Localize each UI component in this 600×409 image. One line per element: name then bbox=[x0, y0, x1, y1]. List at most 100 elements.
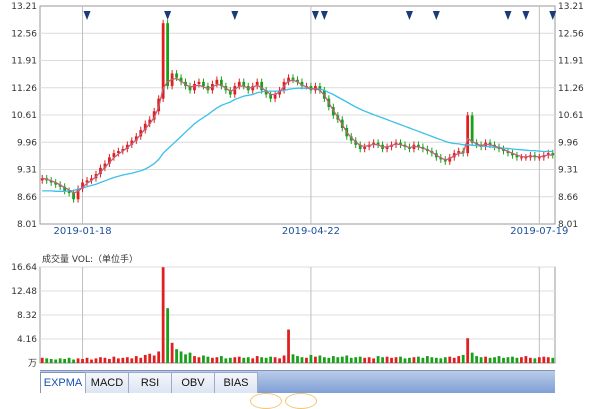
price-y-tick-right: 10.61 bbox=[558, 111, 584, 121]
volume-bar bbox=[300, 357, 304, 363]
volume-bar bbox=[394, 357, 398, 363]
price-y-tick-right: 9.96 bbox=[558, 138, 578, 148]
volume-bar bbox=[470, 352, 474, 363]
volume-bar bbox=[305, 357, 308, 363]
candle-body bbox=[202, 81, 205, 87]
price-y-tick-left: 9.96 bbox=[17, 138, 37, 148]
volume-bar bbox=[542, 356, 546, 363]
volume-bar bbox=[54, 359, 58, 363]
indicator-tab-bar: EXPMA MACD RSI OBV BIAS bbox=[40, 370, 555, 394]
price-y-tick-left: 11.91 bbox=[11, 57, 37, 67]
volume-bar bbox=[546, 357, 550, 363]
volume-bar bbox=[358, 356, 362, 363]
price-y-tick-left: 11.26 bbox=[11, 84, 37, 94]
candle-body bbox=[237, 81, 241, 87]
volume-bar bbox=[425, 356, 429, 363]
volume-bar bbox=[148, 353, 152, 363]
volume-bar bbox=[488, 357, 492, 363]
volume-bar bbox=[417, 356, 420, 363]
volume-bar bbox=[403, 358, 407, 363]
volume-bar bbox=[170, 342, 174, 363]
volume-bar bbox=[255, 356, 259, 363]
chart-canvas: 13.21 13.21 12.56 12.56 11.91 11.91 11.26 11.26… bbox=[11, 2, 584, 369]
volume-bar bbox=[197, 357, 201, 363]
candle-body bbox=[166, 23, 170, 87]
event-marker-icon bbox=[405, 11, 413, 20]
price-y-tick-right: 9.31 bbox=[558, 166, 578, 176]
volume-bar bbox=[551, 357, 555, 363]
price-y-tick-left: 12.56 bbox=[11, 29, 37, 39]
event-marker-icon bbox=[522, 11, 530, 20]
volume-bar bbox=[479, 357, 483, 363]
tab-bias[interactable]: BIAS bbox=[214, 372, 258, 394]
volume-bar bbox=[421, 357, 425, 363]
volume-bar bbox=[85, 357, 89, 363]
tab-expma[interactable]: EXPMA bbox=[40, 372, 86, 393]
candle-body bbox=[466, 115, 470, 154]
volume-bar bbox=[103, 357, 107, 363]
volume-bar bbox=[58, 358, 62, 363]
volume-bar bbox=[108, 358, 111, 363]
volume-bar bbox=[287, 329, 290, 363]
price-y-tick-left: 8.01 bbox=[17, 220, 37, 230]
price-y-tick-left: 8.66 bbox=[17, 193, 37, 203]
volume-bar bbox=[139, 357, 143, 363]
volume-bar bbox=[354, 357, 358, 363]
tab-macd[interactable]: MACD bbox=[85, 372, 129, 394]
volume-y-tick: 16.64 bbox=[11, 263, 37, 273]
volume-bar bbox=[206, 356, 210, 363]
volume-bar bbox=[408, 357, 411, 363]
candle-body bbox=[197, 81, 201, 84]
volume-bar bbox=[251, 358, 255, 363]
volume-bar bbox=[188, 352, 192, 363]
volume-bar bbox=[130, 358, 134, 363]
volume-bar bbox=[152, 355, 156, 363]
volume-bar bbox=[457, 356, 461, 363]
volume-bar bbox=[179, 351, 183, 363]
volume-bar bbox=[219, 356, 223, 363]
tab-obv[interactable]: OBV bbox=[171, 372, 215, 394]
volume-bar bbox=[242, 357, 246, 363]
volume-bar bbox=[484, 356, 487, 363]
tab-rsi[interactable]: RSI bbox=[128, 372, 172, 394]
price-y-tick-right: 13.21 bbox=[558, 2, 584, 12]
price-panel-grid: 13.21 13.21 12.56 12.56 11.91 11.91 11.26 11.26… bbox=[11, 2, 584, 237]
volume-bar bbox=[443, 357, 447, 363]
candle-body bbox=[470, 115, 474, 143]
volume-bar bbox=[246, 357, 250, 363]
volume-bar bbox=[260, 357, 264, 363]
volume-bar bbox=[385, 356, 389, 363]
price-panel-marks bbox=[40, 11, 557, 203]
volume-bar bbox=[273, 357, 277, 363]
volume-bar bbox=[331, 356, 335, 363]
volume-bar bbox=[184, 354, 187, 363]
volume-bar bbox=[67, 357, 71, 363]
volume-bar bbox=[502, 357, 505, 363]
volume-bar bbox=[45, 358, 49, 363]
candle-body bbox=[215, 79, 219, 84]
volume-bar bbox=[76, 358, 80, 363]
price-y-tick-left: 10.61 bbox=[11, 111, 37, 121]
volume-bar bbox=[125, 357, 129, 363]
volume-bar bbox=[466, 338, 470, 363]
volume-bar bbox=[278, 358, 281, 363]
volume-bar bbox=[237, 356, 241, 363]
volume-bar bbox=[202, 355, 205, 363]
volume-bar bbox=[439, 358, 443, 363]
volume-bar bbox=[493, 357, 496, 363]
volume-bar bbox=[211, 357, 214, 363]
volume-bar bbox=[363, 357, 367, 363]
volume-bar bbox=[63, 358, 67, 363]
volume-bar bbox=[282, 355, 286, 363]
price-y-tick-left: 9.31 bbox=[17, 166, 37, 176]
volume-bar bbox=[134, 356, 138, 363]
volume-bar bbox=[506, 357, 510, 363]
price-y-tick-right: 12.56 bbox=[558, 29, 584, 39]
volume-bar bbox=[340, 356, 344, 363]
volume-bar bbox=[157, 351, 161, 363]
volume-bar bbox=[193, 356, 196, 363]
volume-bar bbox=[452, 357, 456, 363]
volume-bar bbox=[314, 356, 317, 363]
volume-bar bbox=[264, 357, 268, 363]
volume-bar bbox=[112, 356, 116, 363]
